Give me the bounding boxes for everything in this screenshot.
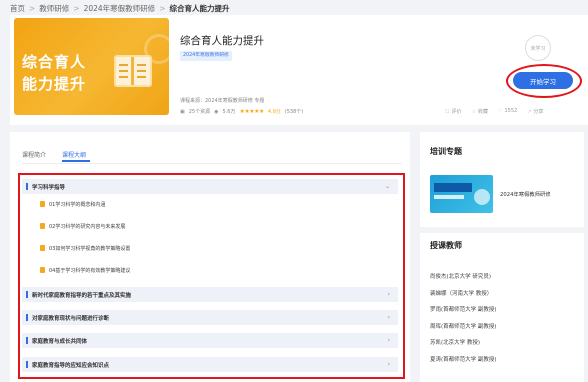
share-label: 分享 (533, 109, 544, 115)
learner-count: 5.6万 (222, 109, 236, 115)
teacher-item[interactable]: 裴娣娜（河南大学 教授） (430, 289, 492, 297)
breadcrumb: 首页 > 教师研修 > 2024年寒假教师研修 > 综合育人能力提升 (10, 2, 229, 14)
teacher-item[interactable]: 周晖(首都师范大学 副教授) (430, 322, 497, 330)
thumbnail-decoration (474, 189, 490, 205)
course-title: 综合育人能力提升 (180, 35, 264, 47)
breadcrumb-separator: > (159, 3, 166, 13)
course-stats: ▣ 25个资源 ◉ 5.6万 ★★★★★ 4.9分 (538个) (180, 108, 303, 115)
teacher-item[interactable]: 尚俊杰(北京大学 研究员) (430, 272, 491, 280)
share-action[interactable]: ↗ 分享 (527, 108, 543, 115)
resource-icon: ▣ (180, 108, 185, 115)
favorite-label: 收藏 (477, 109, 488, 115)
cover-text-line1: 综合育人 (22, 53, 87, 71)
teacher-item[interactable]: 夏涛(首都师范大学 副教授) (430, 355, 497, 363)
breadcrumb-winter-training[interactable]: 2024年寒假教师研修 (84, 3, 156, 14)
book-icon (114, 55, 152, 87)
breadcrumb-separator: > (29, 3, 36, 13)
teacher-item[interactable]: 罗雨(首都师范大学 副教授) (430, 305, 497, 313)
like-count: 1552 (504, 108, 518, 114)
training-thumbnail[interactable] (430, 175, 493, 213)
favorite-action[interactable]: ☆ 收藏 (472, 108, 489, 115)
rating-count: (538个) (284, 109, 304, 115)
tab-divider (22, 163, 402, 164)
learning-status-badge: 未学习 (525, 35, 551, 61)
star-icon: ☆ (471, 109, 476, 115)
active-tab-indicator (62, 160, 90, 162)
highlight-box (18, 173, 405, 379)
teacher-item[interactable]: 苏凯(北京大学 教授) (430, 338, 480, 346)
training-topic-link[interactable]: 2024年寒假教师研修 (500, 190, 551, 198)
breadcrumb-current: 综合育人能力提升 (169, 3, 230, 13)
training-topic-title: 培训专题 (430, 147, 462, 156)
cover-text-line2: 能力提升 (22, 75, 87, 93)
like-action[interactable]: ♡ 1552 (498, 108, 517, 115)
tab-course-outline[interactable]: 课程大纲 (62, 150, 86, 159)
tab-course-intro[interactable]: 课程简介 (22, 150, 46, 159)
course-actions: ☐ 评价 ☆ 收藏 ♡ 1552 ↗ 分享 (445, 108, 543, 115)
heart-icon: ♡ (498, 108, 503, 114)
breadcrumb-separator: > (73, 3, 80, 13)
course-tag[interactable]: 2024年寒假教师研修 (180, 51, 232, 61)
share-icon: ↗ (527, 109, 532, 115)
teachers-title: 授课教师 (430, 241, 462, 250)
evaluate-action[interactable]: ☐ 评价 (445, 108, 462, 115)
breadcrumb-teacher-training[interactable]: 教师研修 (39, 3, 69, 14)
thumbnail-stripe (434, 195, 464, 199)
breadcrumb-home[interactable]: 首页 (10, 3, 25, 14)
course-cover-image: 综合育人 能力提升 (14, 18, 169, 115)
thumbnail-banner (434, 183, 472, 192)
rating-stars: ★★★★★ (239, 108, 264, 115)
people-icon: ◉ (214, 108, 219, 115)
resource-count: 25个资源 (188, 109, 211, 115)
rating-score: 4.9分 (267, 109, 281, 115)
comment-icon: ☐ (445, 109, 450, 115)
course-source: 课程来源：2024年寒假教师研修 专题 (180, 98, 265, 104)
highlight-circle (506, 64, 582, 98)
evaluate-label: 评价 (451, 109, 462, 115)
